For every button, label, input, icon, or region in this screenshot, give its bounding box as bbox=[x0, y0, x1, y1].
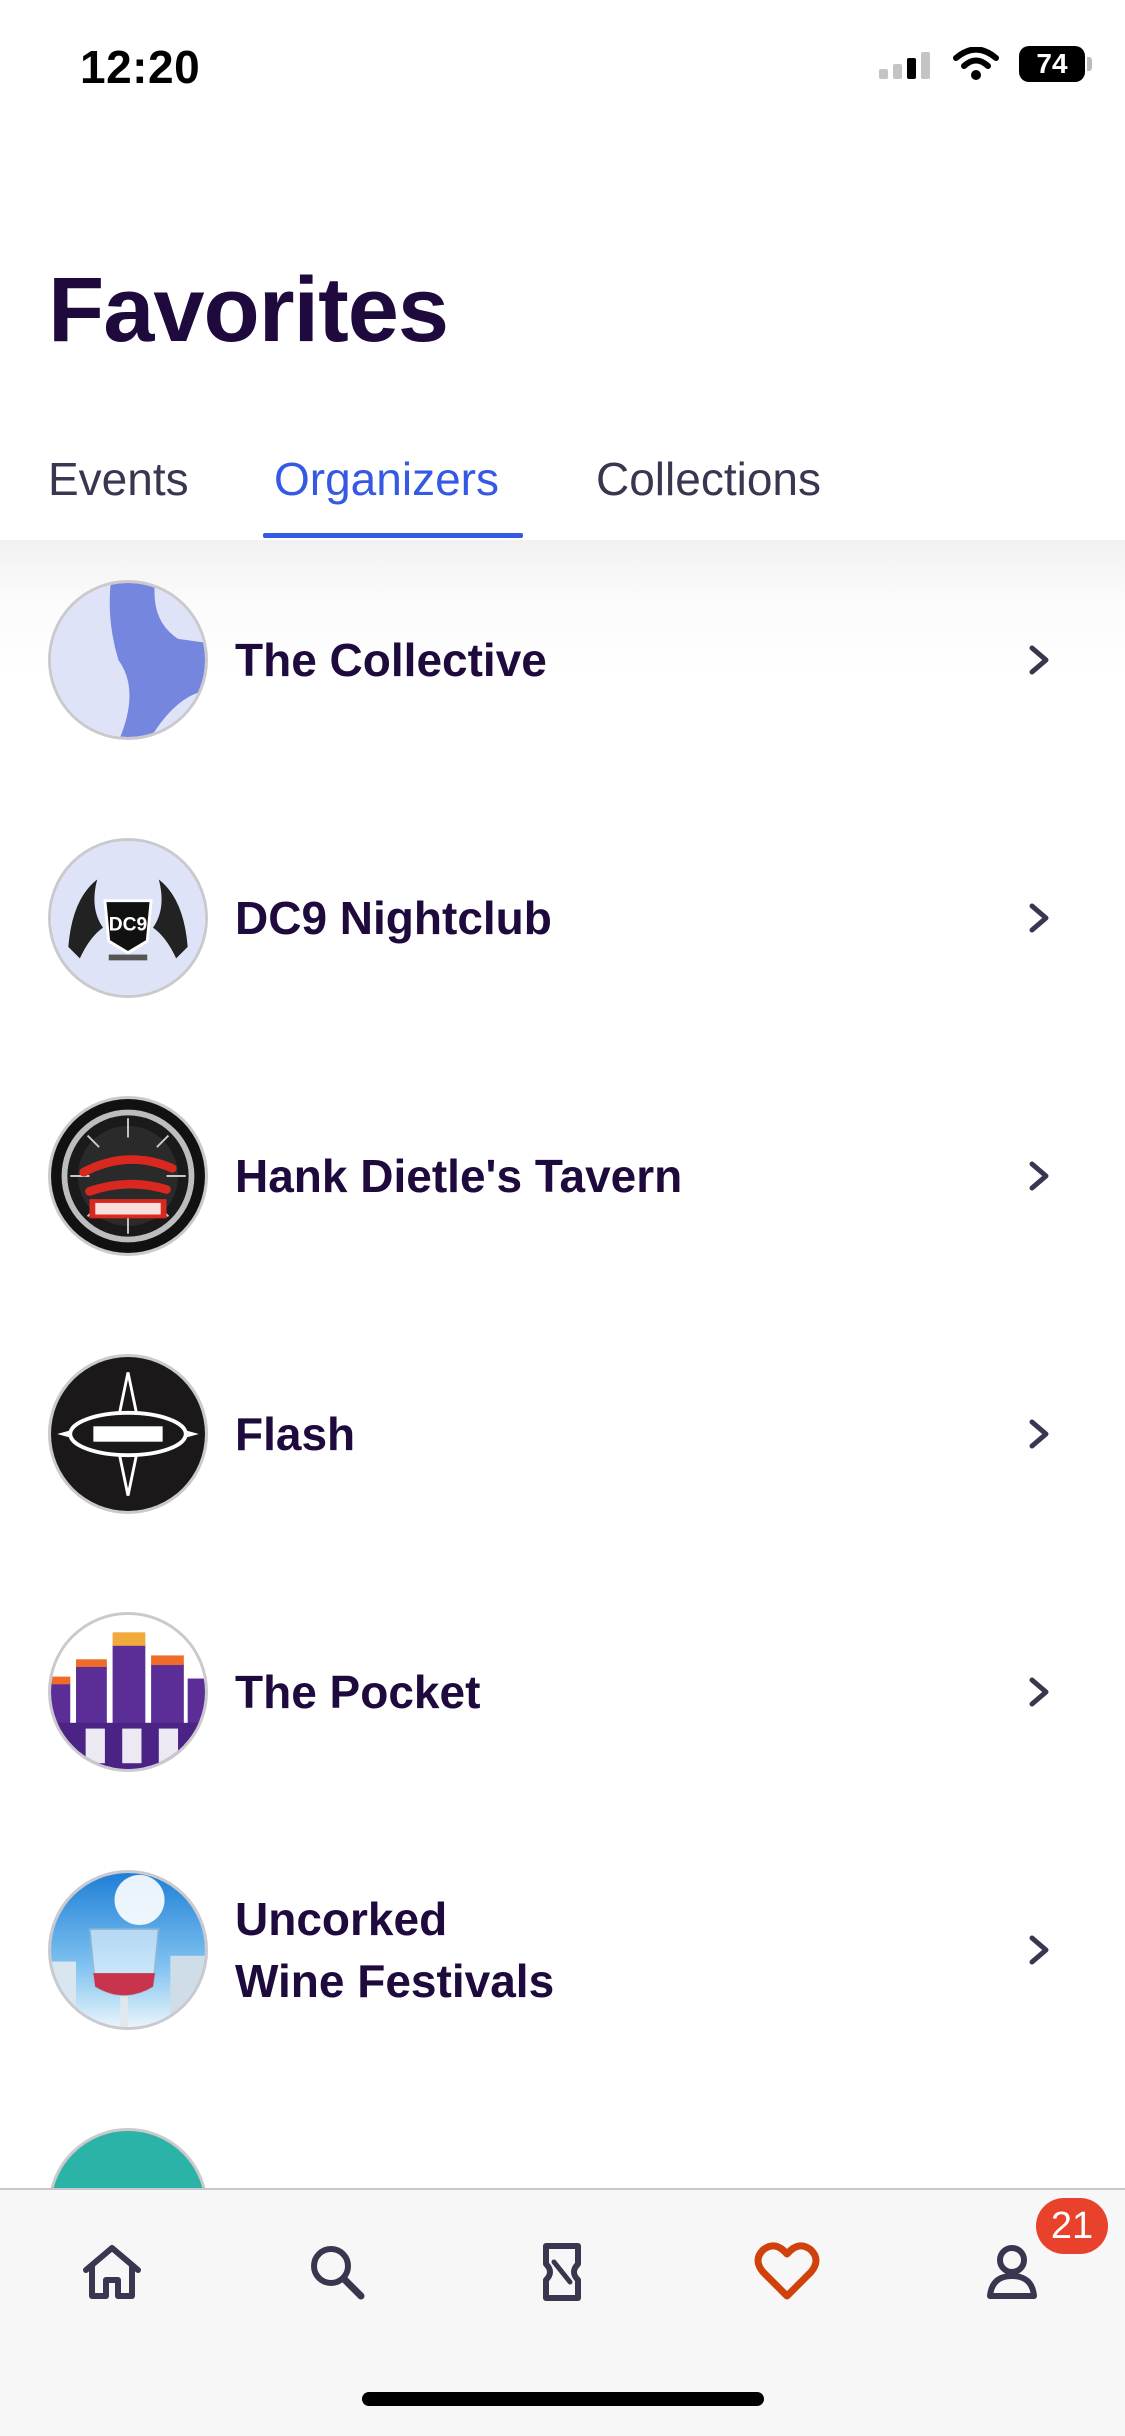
organizer-name: DC9 Nightclub bbox=[235, 892, 552, 944]
organizer-row[interactable]: Hank Dietle's Tavern bbox=[0, 1056, 1125, 1296]
profile-icon[interactable] bbox=[972, 2232, 1052, 2312]
organizer-row[interactable]: The Pocket bbox=[0, 1572, 1125, 1812]
organizer-row[interactable]: Uncorked Wine Festivals bbox=[0, 1830, 1125, 2070]
organizer-row-partial[interactable] bbox=[0, 2088, 1125, 2190]
organizer-name: Uncorked Wine Festivals bbox=[235, 1893, 555, 2007]
dc9-logo-icon: DC9 bbox=[51, 841, 205, 995]
search-icon[interactable] bbox=[297, 2232, 377, 2312]
cellular-signal-icon bbox=[879, 52, 930, 79]
notification-badge: 21 bbox=[1036, 2198, 1108, 2254]
partial-avatar bbox=[48, 2128, 208, 2190]
hank-dietles-logo-icon bbox=[51, 1099, 205, 1253]
heart-icon[interactable] bbox=[747, 2232, 827, 2312]
chevron-right-icon bbox=[1029, 903, 1049, 933]
home-icon[interactable] bbox=[72, 2232, 152, 2312]
tab-events[interactable]: Events bbox=[48, 452, 189, 506]
hank-dietles-logo-avatar bbox=[48, 1096, 208, 1256]
battery-indicator: 74 bbox=[1019, 46, 1092, 82]
battery-tip bbox=[1087, 57, 1092, 71]
tickets-icon[interactable] bbox=[522, 2232, 602, 2312]
status-bar: 12:20 74 bbox=[0, 0, 1125, 140]
tab-collections[interactable]: Collections bbox=[596, 452, 821, 506]
dc9-logo-avatar: DC9 bbox=[48, 838, 208, 998]
organizer-list: The Collective DC9 DC9 Nightclub Hank Di… bbox=[0, 540, 1125, 2190]
organizer-name: Flash bbox=[235, 1408, 356, 1460]
uncorked-logo-avatar bbox=[48, 1870, 208, 2030]
organizer-row[interactable]: The Collective bbox=[0, 540, 1125, 780]
home-indicator[interactable] bbox=[362, 2392, 764, 2406]
status-time: 12:20 bbox=[80, 41, 201, 93]
collective-logo-icon bbox=[51, 583, 205, 737]
chevron-right-icon bbox=[1029, 1935, 1049, 1965]
uncorked-logo-icon bbox=[51, 1873, 205, 2027]
organizer-name: The Pocket bbox=[235, 1666, 481, 1718]
organizer-row[interactable]: DC9 DC9 Nightclub bbox=[0, 798, 1125, 1038]
wifi-icon bbox=[953, 47, 999, 80]
battery-level: 74 bbox=[1036, 48, 1068, 79]
chevron-right-icon bbox=[1029, 645, 1049, 675]
tab-organizers[interactable]: Organizers bbox=[274, 452, 499, 506]
flash-logo-avatar bbox=[48, 1354, 208, 1514]
flash-logo-icon bbox=[51, 1357, 205, 1511]
tab-bar: Events Organizers Collections bbox=[0, 440, 1125, 540]
chevron-right-icon bbox=[1029, 1677, 1049, 1707]
organizer-row[interactable]: Flash bbox=[0, 1314, 1125, 1554]
chevron-right-icon bbox=[1029, 1419, 1049, 1449]
collective-logo-avatar bbox=[48, 580, 208, 740]
page-title: Favorites bbox=[48, 259, 449, 361]
chevron-right-icon bbox=[1029, 1161, 1049, 1191]
favorites-screen: 12:20 74 Favorites Events Organizers Col bbox=[0, 0, 1125, 2436]
pocket-logo-icon bbox=[51, 1615, 205, 1769]
organizer-name: Hank Dietle's Tavern bbox=[235, 1150, 683, 1202]
organizer-name: The Collective bbox=[235, 634, 547, 686]
pocket-logo-avatar bbox=[48, 1612, 208, 1772]
svg-text:DC9: DC9 bbox=[109, 915, 148, 936]
active-tab-indicator bbox=[263, 533, 523, 538]
status-icons: 74 bbox=[879, 46, 1092, 82]
